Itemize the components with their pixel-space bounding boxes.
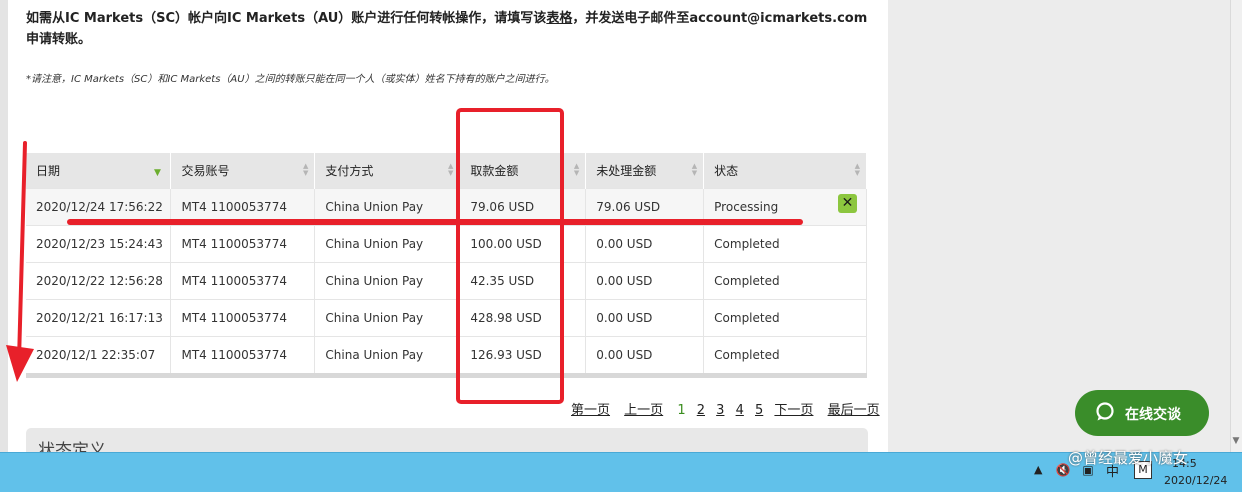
sort-desc-icon[interactable]: ▼ — [154, 168, 161, 178]
column-header-withdrawal-amount[interactable]: 取款金额 ▲ ▼ — [459, 153, 587, 189]
cell-date: 2020/12/1 22:35:07 — [26, 336, 172, 373]
pagination: 第一页 上一页 1 2 3 4 5 下一页 最后一页 — [571, 399, 890, 418]
form-link[interactable]: 表格 — [546, 11, 572, 26]
cell-payment-method: China Union Pay — [314, 299, 461, 337]
pager-next[interactable]: 下一页 — [774, 403, 813, 418]
column-header-status[interactable]: 状态 ▲ ▼ — [703, 153, 867, 189]
right-sidebar-area — [888, 0, 1230, 452]
cell-pending-amount: 79.06 USD — [585, 188, 705, 226]
cell-withdrawal-amount: 428.98 USD — [459, 299, 587, 337]
sort-icon[interactable]: ▲ ▼ — [303, 163, 308, 177]
watermark: @曾经最爱小魔女 — [1068, 449, 1189, 467]
cell-account: MT4 1100053774 — [170, 225, 316, 263]
cell-date: 2020/12/24 17:56:22 — [26, 188, 172, 226]
tray-expand-icon[interactable]: ▲ — [1034, 463, 1042, 476]
cell-withdrawal-amount: 42.35 USD — [459, 262, 587, 300]
intro-text-start: 如需从IC Markets（SC）帐户向IC Markets（AU）账户进行任何… — [26, 11, 547, 26]
table-row: 2020/12/21 16:17:13 MT4 1100053774 China… — [26, 299, 867, 337]
cell-date: 2020/12/22 12:56:28 — [26, 262, 172, 300]
sort-icon[interactable]: ▲ ▼ — [692, 163, 697, 177]
chat-bubble-icon — [1096, 402, 1114, 421]
cell-status: Completed — [703, 299, 867, 337]
sort-icon[interactable]: ▲ ▼ — [855, 163, 860, 177]
live-chat-button[interactable]: 在线交谈 — [1075, 390, 1209, 436]
pager-page-2[interactable]: 2 — [697, 403, 705, 418]
pager-first[interactable]: 第一页 — [571, 403, 610, 418]
clock-date[interactable]: 2020/12/24 — [1164, 474, 1227, 487]
cell-status: Completed — [703, 225, 867, 263]
pager-page-3[interactable]: 3 — [716, 403, 724, 418]
column-header-payment-method[interactable]: 支付方式 ▲ ▼ — [314, 153, 461, 189]
cell-date: 2020/12/21 16:17:13 — [26, 299, 172, 337]
cell-payment-method: China Union Pay — [314, 262, 461, 300]
transfer-note: *请注意，IC Markets（SC）和IC Markets（AU）之间的转账只… — [26, 74, 555, 85]
column-header-pending-amount[interactable]: 未处理金额 ▲ ▼ — [585, 153, 705, 189]
cell-account: MT4 1100053774 — [170, 262, 316, 300]
table-row: 2020/12/1 22:35:07 MT4 1100053774 China … — [26, 336, 867, 373]
table-horizontal-scrollbar[interactable] — [26, 373, 867, 378]
live-chat-label: 在线交谈 — [1125, 407, 1181, 423]
cell-pending-amount: 0.00 USD — [585, 262, 705, 300]
cell-status: Completed — [703, 336, 867, 373]
withdrawal-table: 日期 ▼ 交易账号 ▲ ▼ 支付方式 ▲ ▼ 取款金额 ▲ ▼ 未处理金额 ▲ ▼ 状态 ▲ ▼ 20… — [26, 153, 867, 373]
cell-account: MT4 1100053774 — [170, 299, 316, 337]
cancel-withdrawal-button[interactable]: ✕ — [838, 194, 857, 213]
cell-withdrawal-amount: 79.06 USD — [459, 188, 587, 226]
sort-icon[interactable]: ▲ ▼ — [448, 163, 453, 177]
page-scrollbar[interactable] — [1230, 0, 1242, 452]
table-header-row: 日期 ▼ 交易账号 ▲ ▼ 支付方式 ▲ ▼ 取款金额 ▲ ▼ 未处理金额 ▲ ▼ 状态 ▲ ▼ — [26, 153, 867, 189]
pager-last[interactable]: 最后一页 — [828, 403, 880, 418]
cell-pending-amount: 0.00 USD — [585, 299, 705, 337]
cell-account: MT4 1100053774 — [170, 188, 316, 226]
table-row: 2020/12/22 12:56:28 MT4 1100053774 China… — [26, 262, 867, 300]
cell-date: 2020/12/23 15:24:43 — [26, 225, 172, 263]
cell-status: Completed — [703, 262, 867, 300]
table-row: 2020/12/23 15:24:43 MT4 1100053774 China… — [26, 225, 867, 263]
cell-withdrawal-amount: 100.00 USD — [459, 225, 587, 263]
cell-payment-method: China Union Pay — [314, 225, 461, 263]
cell-pending-amount: 0.00 USD — [585, 225, 705, 263]
cell-withdrawal-amount: 126.93 USD — [459, 336, 587, 373]
cell-pending-amount: 0.00 USD — [585, 336, 705, 373]
pager-page-5[interactable]: 5 — [755, 403, 763, 418]
pager-page-1[interactable]: 1 — [677, 403, 685, 418]
scroll-down-arrow-icon[interactable]: ▼ — [1231, 436, 1241, 446]
cell-account: MT4 1100053774 — [170, 336, 316, 373]
column-header-account[interactable]: 交易账号 ▲ ▼ — [170, 153, 316, 189]
sort-icon[interactable]: ▲ ▼ — [574, 163, 579, 177]
column-header-date[interactable]: 日期 ▼ — [26, 153, 172, 189]
page-left-strip — [0, 0, 8, 452]
windows-taskbar: ▲ 🔇 ▣ 中 M 14:5 2020/12/24 — [0, 452, 1242, 492]
table-row: 2020/12/24 17:56:22 MT4 1100053774 China… — [26, 188, 867, 226]
transfer-instructions: 如需从IC Markets（SC）帐户向IC Markets（AU）账户进行任何… — [26, 8, 876, 50]
cell-payment-method: China Union Pay — [314, 336, 461, 373]
cell-payment-method: China Union Pay — [314, 188, 461, 226]
pager-page-4[interactable]: 4 — [736, 403, 744, 418]
pager-prev[interactable]: 上一页 — [624, 403, 663, 418]
